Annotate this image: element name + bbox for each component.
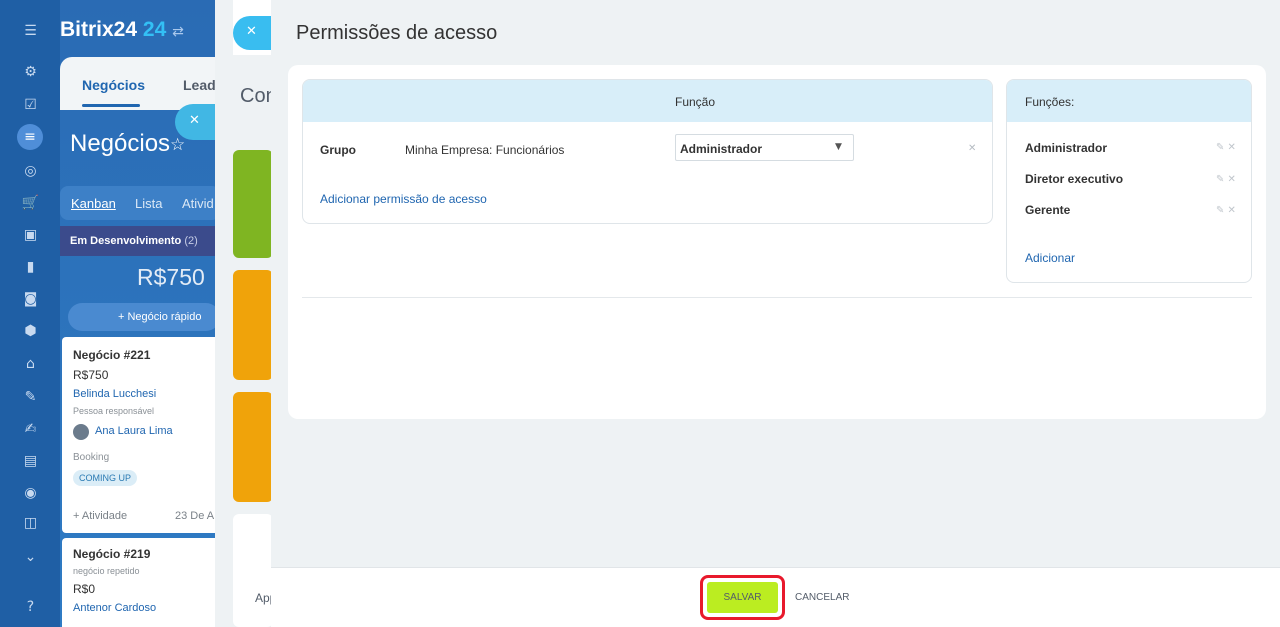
- roles-panel: Funções: Administrador ✎ ✕ Diretor execu…: [1006, 79, 1252, 283]
- quick-deal-button[interactable]: + Negócio rápido: [68, 303, 220, 331]
- active-tab-indicator: [82, 104, 140, 107]
- page-title: Negócios: [70, 130, 171, 157]
- intermediate-panel: Con App: [215, 0, 277, 627]
- slider-title: Permissões de acesso: [296, 22, 498, 44]
- color-block-white: [233, 514, 273, 627]
- close-icon: ✕: [246, 24, 257, 39]
- tasks-icon[interactable]: ☑: [22, 96, 39, 113]
- role-item-diretor-executivo[interactable]: Diretor executivo: [1025, 172, 1123, 186]
- deal-title: Negócio #221: [73, 348, 151, 362]
- brand-number: 24: [142, 18, 167, 41]
- deal-price: R$750: [73, 368, 109, 382]
- add-permission-link[interactable]: Adicionar permissão de acesso: [320, 192, 487, 206]
- robot-icon[interactable]: ◙: [22, 290, 39, 307]
- permission-type: Grupo: [320, 143, 356, 157]
- role-edit-delete-icons[interactable]: ✎ ✕: [1216, 174, 1236, 185]
- roles-header-label: Funções:: [1025, 95, 1075, 109]
- responsible-name[interactable]: Ana Laura Lima: [95, 425, 173, 437]
- deal-card[interactable]: Negócio #221 R$750 Belinda Lucchesi Pess…: [62, 337, 220, 533]
- role-item-administrador[interactable]: Administrador: [1025, 141, 1107, 155]
- color-block-green: [233, 150, 273, 258]
- view-lista[interactable]: Lista: [135, 196, 162, 211]
- role-edit-delete-icons[interactable]: ✎ ✕: [1216, 142, 1236, 153]
- cart-icon[interactable]: 🛒: [22, 194, 39, 211]
- box-icon[interactable]: ⬢: [22, 322, 39, 339]
- activity-stream-icon[interactable]: ⚙: [22, 63, 39, 80]
- quick-deal-label: + Negócio rápido: [118, 311, 202, 323]
- stage-name-text: Em Desenvolvimento: [70, 235, 182, 247]
- role-select[interactable]: Administrador ▼: [675, 134, 854, 161]
- add-activity-link[interactable]: + Atividade: [73, 510, 127, 522]
- avatar: [73, 424, 89, 440]
- circle-icon[interactable]: ◉: [22, 484, 39, 501]
- deal-contact[interactable]: Belinda Lucchesi: [73, 388, 156, 400]
- view-kanban[interactable]: Kanban: [71, 196, 116, 211]
- permissions-slider: Permissões de acesso Função Grupo Minha …: [271, 0, 1280, 627]
- responsible-label: Pessoa responsável: [73, 406, 155, 416]
- deal-title: Negócio #219: [73, 547, 151, 561]
- permission-subject: Minha Empresa: Funcionários: [405, 143, 565, 157]
- close-slider-button[interactable]: ✕: [233, 16, 271, 50]
- left-navigation: ☰ ⚙ ☑ ≡ ◎ 🛒 ▣ ▮ ◙ ⬢ ⌂ ✎ ✍ ▤ ◉ ◫ ⌄ ?: [0, 0, 60, 627]
- roles-header: Funções:: [1007, 80, 1251, 122]
- brand-name: Bitrix24: [60, 18, 138, 41]
- stage-sum: R$750: [137, 264, 205, 290]
- analytics-icon[interactable]: ▮: [22, 258, 39, 275]
- deal-price: R$0: [73, 582, 96, 596]
- permissions-table: Função Grupo Minha Empresa: Funcionários…: [302, 79, 993, 224]
- clipboard-icon[interactable]: ▤: [22, 452, 39, 469]
- crm-funnel-icon[interactable]: ≡: [17, 124, 43, 150]
- remove-permission-icon[interactable]: ✕: [968, 143, 976, 154]
- view-atividades[interactable]: Ativid: [182, 196, 214, 211]
- status-badge: COMING UP: [73, 470, 138, 486]
- menu-icon[interactable]: ☰: [22, 22, 39, 39]
- view-switcher: Kanban Lista Ativid: [60, 186, 220, 220]
- save-button[interactable]: SALVAR: [707, 582, 778, 613]
- cancel-button[interactable]: CANCELAR: [795, 592, 849, 603]
- role-item-gerente[interactable]: Gerente: [1025, 203, 1070, 217]
- target-icon[interactable]: ◎: [22, 162, 39, 179]
- close-icon: ✕: [189, 113, 200, 128]
- color-block-orange: [233, 270, 273, 380]
- sign-icon[interactable]: ✎: [22, 388, 39, 405]
- switch-icon[interactable]: ⇄: [172, 24, 184, 40]
- permissions-table-header: Função: [303, 80, 992, 122]
- add-role-link[interactable]: Adicionar: [1025, 251, 1075, 265]
- chevron-down-icon: ▼: [835, 142, 842, 152]
- brand-logo: Bitrix24 24 ⇄: [60, 18, 184, 42]
- deal-card[interactable]: Negócio #219 negócio repetido R$0 Anteno…: [62, 538, 220, 627]
- tab-negocios[interactable]: Negócios: [82, 77, 145, 93]
- deal-subtitle: negócio repetido: [73, 566, 140, 576]
- divider: [302, 297, 1252, 298]
- role-edit-delete-icons[interactable]: ✎ ✕: [1216, 205, 1236, 216]
- column-header-funcao: Função: [675, 95, 716, 109]
- stage-name: Em Desenvolvimento (2): [70, 235, 198, 247]
- permissions-card: Função Grupo Minha Empresa: Funcionários…: [288, 65, 1266, 419]
- edit-doc-icon[interactable]: ✍: [22, 420, 39, 437]
- stage-header: Em Desenvolvimento (2): [60, 226, 220, 256]
- more-icon[interactable]: ⌄: [22, 548, 39, 565]
- help-icon[interactable]: ?: [22, 598, 39, 615]
- deal-date: 23 De A: [175, 510, 215, 522]
- apps-icon[interactable]: ◫: [22, 514, 39, 531]
- role-select-value: Administrador: [680, 142, 763, 156]
- slider-footer: SALVAR CANCELAR: [271, 567, 1280, 627]
- deal-contact[interactable]: Antenor Cardoso: [73, 602, 156, 614]
- bank-icon[interactable]: ⌂: [22, 355, 39, 372]
- color-block-orange: [233, 392, 273, 502]
- stage-count: (2): [184, 235, 198, 247]
- contact-card-icon[interactable]: ▣: [22, 226, 39, 243]
- star-icon[interactable]: ☆: [170, 135, 185, 155]
- booking-label: Booking: [73, 452, 110, 463]
